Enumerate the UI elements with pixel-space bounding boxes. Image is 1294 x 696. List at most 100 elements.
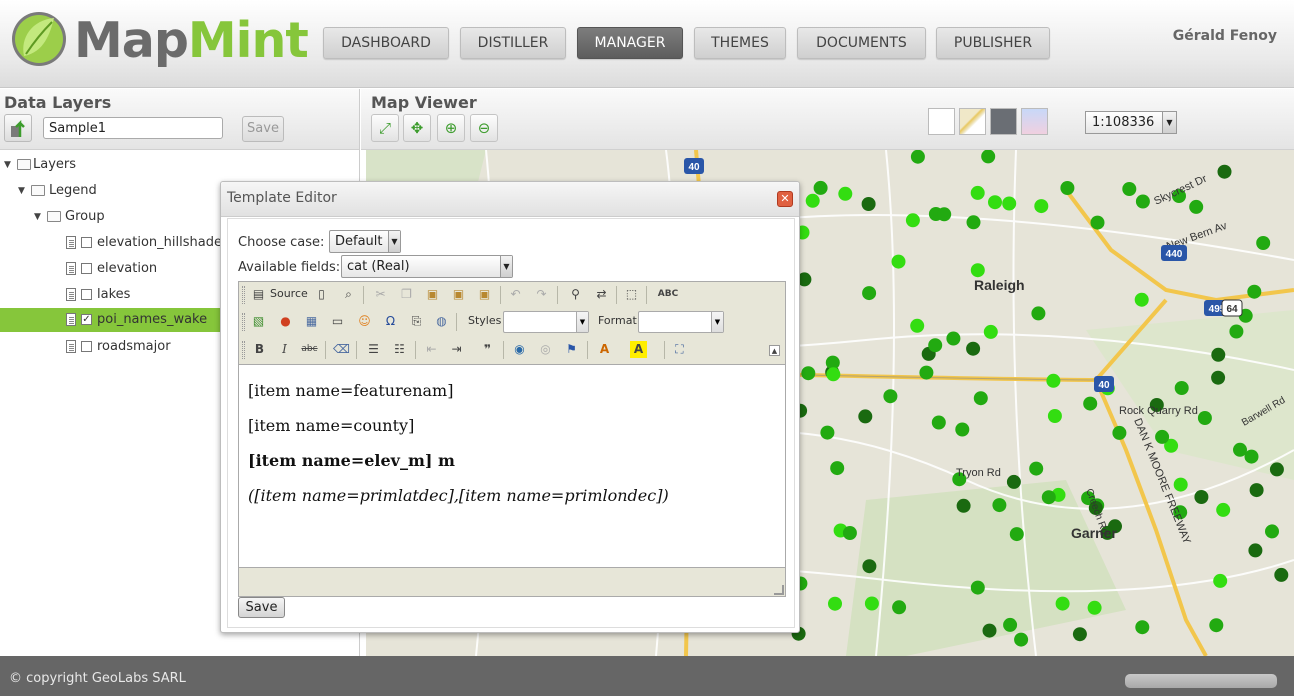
available-fields-select[interactable]: cat (Real) ▼ <box>341 255 513 278</box>
poi-marker[interactable] <box>1213 573 1228 588</box>
poi-marker[interactable] <box>1194 490 1209 504</box>
poi-marker[interactable] <box>805 193 820 208</box>
poi-marker[interactable] <box>1122 182 1137 196</box>
source-icon[interactable]: ▤ <box>250 286 267 303</box>
outdent-icon[interactable]: ⇤ <box>423 341 440 358</box>
table-icon[interactable]: ▦ <box>303 313 320 330</box>
format-combo[interactable]: ▼ <box>638 311 724 333</box>
poi-marker[interactable] <box>970 580 985 595</box>
anchor-flag-icon[interactable]: ⚑ <box>563 341 580 358</box>
cut-icon[interactable]: ✂ <box>372 286 389 303</box>
copy-icon[interactable]: ❐ <box>398 286 415 303</box>
smiley-icon[interactable]: ☺ <box>356 313 373 330</box>
blockquote-icon[interactable]: ❞ <box>479 341 496 358</box>
layer-visibility-checkbox[interactable] <box>81 289 92 300</box>
paste-text-icon[interactable]: ▣ <box>450 286 467 303</box>
basemap-blank-thumb[interactable] <box>928 108 955 135</box>
nav-manager[interactable]: MANAGER <box>577 27 683 59</box>
find-icon[interactable]: ⚲ <box>567 286 584 303</box>
poi-marker[interactable] <box>970 263 985 278</box>
remove-format-icon[interactable]: ⌫ <box>333 341 350 358</box>
poi-marker[interactable] <box>1274 567 1289 582</box>
poi-marker[interactable] <box>1216 502 1231 517</box>
maximize-icon[interactable]: ⛶ <box>671 341 688 358</box>
layers-save-button[interactable]: Save <box>242 116 284 142</box>
poi-marker[interactable] <box>1217 164 1232 179</box>
poi-marker[interactable] <box>861 197 876 211</box>
pan-button[interactable]: ✥ <box>403 114 431 142</box>
poi-marker[interactable] <box>988 195 1002 210</box>
indent-icon[interactable]: ⇥ <box>448 341 465 358</box>
poi-marker[interactable] <box>981 150 996 164</box>
select-all-icon[interactable]: ⬚ <box>623 286 640 303</box>
user-name[interactable]: Gérald Fenoy <box>1173 28 1277 44</box>
iframe-icon[interactable]: ◍ <box>433 313 450 330</box>
poi-marker[interactable] <box>1046 373 1061 388</box>
dialog-close-button[interactable]: ✕ <box>777 191 793 207</box>
editor-resize-handle[interactable] <box>774 585 784 595</box>
bold-icon[interactable]: B <box>251 341 268 358</box>
poi-marker[interactable] <box>983 324 998 339</box>
poi-marker[interactable] <box>862 559 877 574</box>
basemap-osm-thumb[interactable] <box>1021 108 1048 135</box>
text-color-icon[interactable]: A <box>596 341 613 358</box>
poi-marker[interactable] <box>1135 620 1150 635</box>
template-save-button[interactable]: Save <box>238 597 285 618</box>
layer-visibility-checkbox[interactable] <box>81 263 92 274</box>
expand-arrow-icon[interactable]: ▼ <box>4 153 11 177</box>
poi-marker[interactable] <box>1229 324 1244 339</box>
poi-marker[interactable] <box>1233 442 1247 457</box>
nav-distiller[interactable]: DISTILLER <box>460 27 566 59</box>
poi-marker[interactable] <box>910 318 925 333</box>
nav-dashboard[interactable]: DASHBOARD <box>323 27 449 59</box>
replace-icon[interactable]: ⇄ <box>593 286 610 303</box>
poi-marker[interactable] <box>905 213 920 228</box>
poi-marker[interactable] <box>864 596 879 611</box>
poi-marker[interactable] <box>1009 527 1024 542</box>
poi-marker[interactable] <box>956 498 971 513</box>
poi-marker[interactable] <box>1247 284 1262 299</box>
link-icon[interactable]: ◉ <box>511 341 528 358</box>
poi-marker[interactable] <box>1197 411 1212 425</box>
horizontal-rule-icon[interactable]: ▭ <box>329 313 346 330</box>
poi-marker[interactable] <box>828 596 842 611</box>
poi-marker[interactable] <box>1083 396 1098 411</box>
nav-documents[interactable]: DOCUMENTS <box>797 27 926 59</box>
image-icon[interactable]: ▧ <box>250 313 267 330</box>
poi-marker[interactable] <box>883 389 898 404</box>
poi-marker[interactable] <box>919 365 934 380</box>
poi-marker[interactable] <box>946 331 961 346</box>
poi-marker[interactable] <box>1174 381 1189 395</box>
poi-marker[interactable] <box>1003 617 1018 632</box>
poi-marker[interactable] <box>1256 236 1271 250</box>
editor-content-area[interactable]: [item name=featurenam] [item name=county… <box>239 364 785 568</box>
poi-marker[interactable] <box>1047 409 1062 423</box>
special-char-icon[interactable]: Ω <box>382 313 399 330</box>
scale-select[interactable]: 1:108336 ▼ <box>1085 111 1177 134</box>
layer-visibility-checkbox[interactable]: ✓ <box>81 314 92 325</box>
expand-arrow-icon[interactable]: ▼ <box>34 205 41 229</box>
poi-marker[interactable] <box>892 600 907 615</box>
tree-item-layers[interactable]: ▼ Layers <box>0 153 360 177</box>
poi-marker[interactable] <box>1031 306 1046 321</box>
poi-marker[interactable] <box>937 207 952 222</box>
preview-icon[interactable]: ⌕ <box>340 286 357 303</box>
new-page-icon[interactable]: ▯ <box>313 286 330 303</box>
poi-marker[interactable] <box>1155 429 1170 444</box>
poi-marker[interactable] <box>992 498 1007 513</box>
poi-marker[interactable] <box>1029 461 1044 476</box>
source-button[interactable]: Source <box>270 287 308 300</box>
paste-icon[interactable]: ▣ <box>424 286 441 303</box>
tree-item-layer-selected[interactable]: ✓ poi_names_wake <box>0 308 220 332</box>
page-break-icon[interactable]: ⎘ <box>408 313 425 330</box>
poi-marker[interactable] <box>1265 524 1279 539</box>
dialog-title-bar[interactable]: Template Editor ✕ <box>221 182 799 217</box>
project-name-input[interactable] <box>43 117 223 139</box>
poi-marker[interactable] <box>826 367 841 382</box>
poi-marker[interactable] <box>1090 215 1105 230</box>
zoom-out-button[interactable]: ⊖ <box>470 114 498 142</box>
undo-icon[interactable]: ↶ <box>507 286 524 303</box>
unlink-icon[interactable]: ◎ <box>537 341 554 358</box>
expand-arrow-icon[interactable]: ▼ <box>18 179 25 203</box>
poi-marker[interactable] <box>1248 543 1263 558</box>
